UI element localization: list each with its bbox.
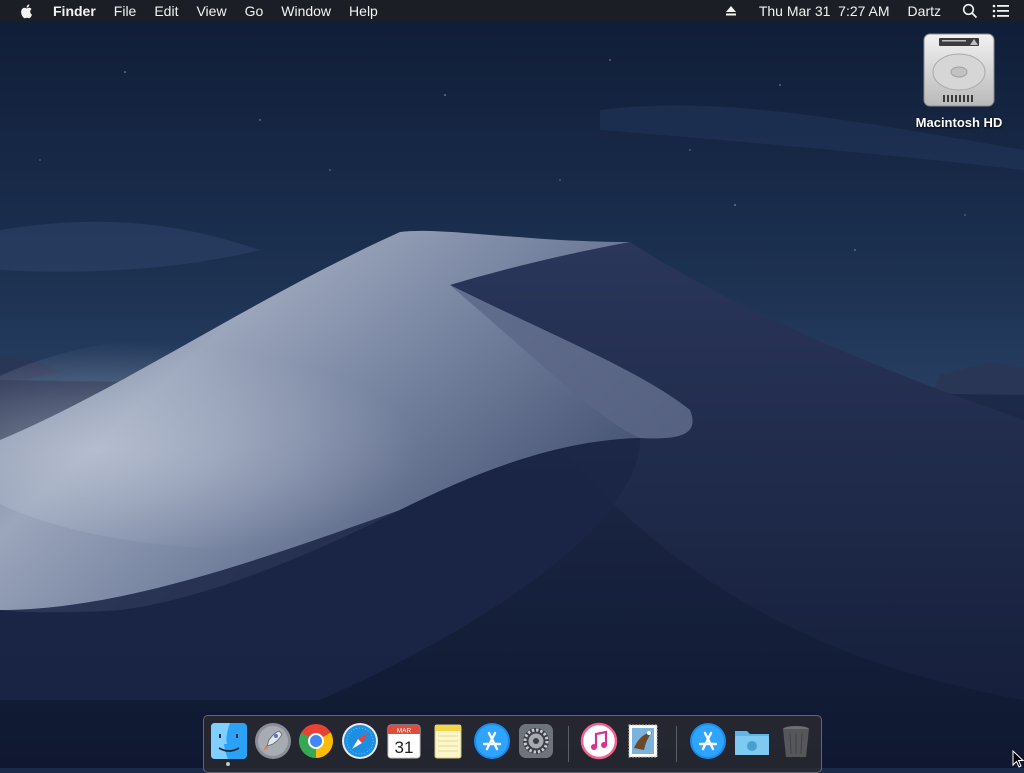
eject-icon[interactable] bbox=[724, 4, 738, 18]
spotlight-search-icon[interactable] bbox=[962, 3, 978, 19]
app-store-icon bbox=[690, 723, 726, 759]
desktop-wallpaper bbox=[0, 0, 1024, 768]
menu-help[interactable]: Help bbox=[340, 0, 387, 22]
calendar-icon: MAR 31 bbox=[387, 724, 421, 759]
dock-item-trash[interactable] bbox=[777, 722, 815, 760]
dock-item-applications[interactable] bbox=[689, 722, 727, 760]
dock: MAR 31 bbox=[203, 715, 822, 773]
compass-icon bbox=[342, 723, 378, 759]
menu-app-name[interactable]: Finder bbox=[44, 0, 105, 22]
menu-bar: Finder File Edit View Go Window Help Thu… bbox=[0, 0, 1024, 22]
gear-icon bbox=[519, 724, 553, 758]
dock-item-launchpad[interactable] bbox=[254, 722, 292, 760]
desktop-icon-macintosh-hd[interactable]: Macintosh HD bbox=[900, 32, 1018, 130]
folder-icon bbox=[735, 731, 769, 755]
trash-icon bbox=[783, 726, 809, 757]
dock-item-app-store[interactable] bbox=[473, 722, 511, 760]
menu-file[interactable]: File bbox=[105, 0, 146, 22]
apple-icon[interactable] bbox=[19, 3, 35, 19]
app-store-icon bbox=[474, 723, 510, 759]
notepad-icon bbox=[434, 724, 462, 759]
desktop-icon-label: Macintosh HD bbox=[915, 115, 1003, 130]
menu-clock[interactable]: Thu Mar 31 7:27 AM bbox=[750, 0, 899, 22]
calendar-day: 31 bbox=[395, 738, 414, 757]
eagle-stamp-icon bbox=[628, 724, 658, 758]
finder-icon bbox=[211, 723, 247, 759]
music-note-icon bbox=[580, 722, 618, 760]
dock-item-chrome[interactable] bbox=[297, 722, 335, 760]
dock-item-itunes[interactable] bbox=[580, 722, 618, 760]
notification-center-icon[interactable] bbox=[992, 3, 1010, 19]
menu-edit[interactable]: Edit bbox=[145, 0, 187, 22]
dock-item-finder[interactable] bbox=[210, 722, 248, 760]
dock-item-system-preferences[interactable] bbox=[517, 722, 555, 760]
dock-item-notes[interactable] bbox=[429, 722, 467, 760]
mouse-cursor-icon bbox=[1012, 750, 1024, 768]
menu-user[interactable]: Dartz bbox=[899, 0, 950, 22]
rocket-icon bbox=[255, 723, 291, 759]
dock-separator bbox=[676, 726, 677, 762]
dock-item-downloads[interactable] bbox=[733, 722, 771, 760]
dock-separator bbox=[568, 726, 569, 762]
dock-item-mail[interactable] bbox=[624, 722, 662, 760]
running-indicator bbox=[226, 762, 230, 766]
hard-drive-icon bbox=[923, 33, 995, 107]
chrome-icon bbox=[299, 724, 333, 758]
menu-window[interactable]: Window bbox=[272, 0, 340, 22]
dock-item-safari[interactable] bbox=[341, 722, 379, 760]
menu-view[interactable]: View bbox=[187, 0, 235, 22]
dock-item-calendar[interactable]: MAR 31 bbox=[385, 722, 423, 760]
calendar-month: MAR bbox=[397, 728, 412, 735]
menu-go[interactable]: Go bbox=[236, 0, 273, 22]
